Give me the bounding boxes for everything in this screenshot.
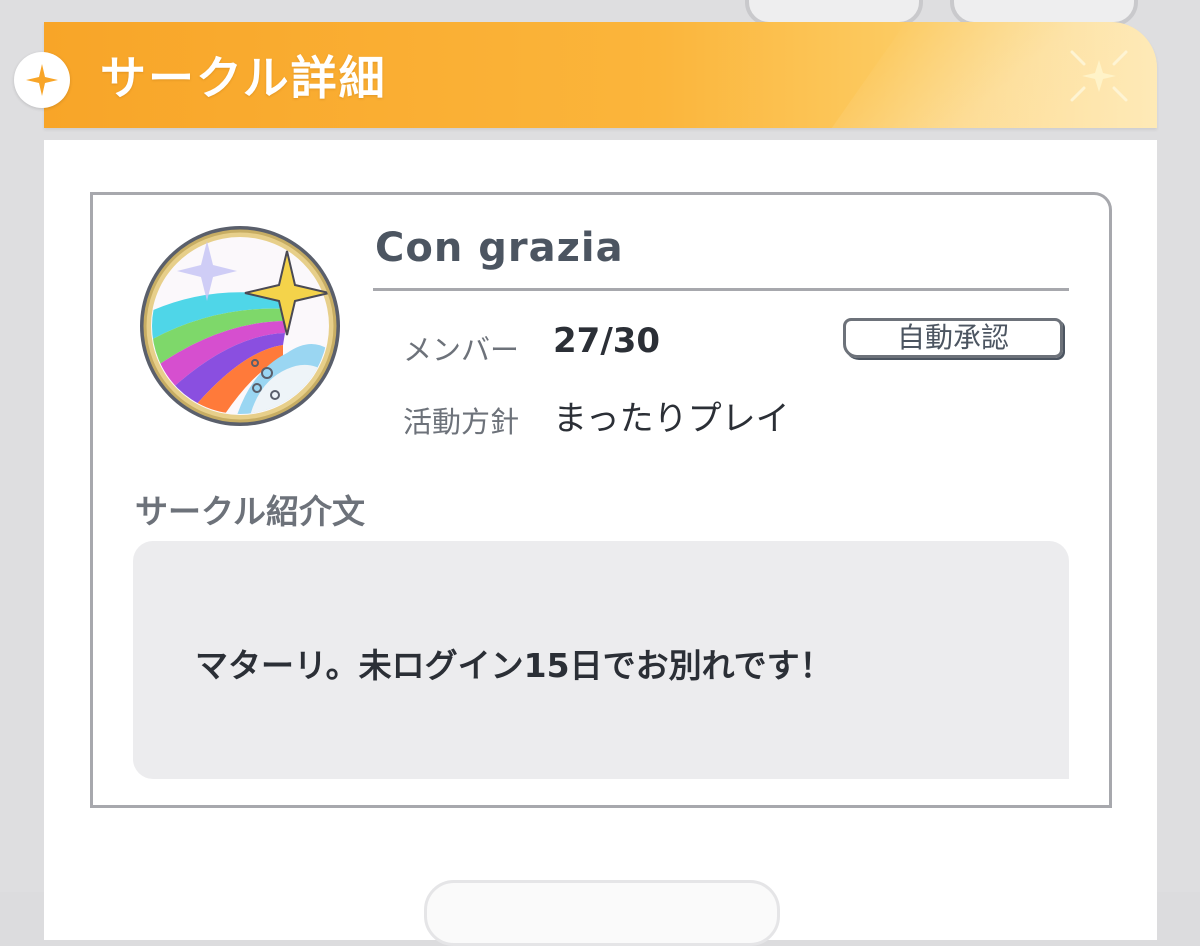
rainbow-star-wave-emblem-icon: [140, 226, 340, 426]
sparkle-icon: [1070, 50, 1128, 102]
member-label: メンバー: [403, 333, 520, 367]
policy-value: まったりプレイ: [553, 399, 790, 439]
name-divider: [373, 288, 1069, 291]
circle-info-card: Con grazia メンバー 27/30 自動承認 活動方針 まったりプレイ …: [90, 192, 1112, 808]
circle-name: Con grazia: [375, 225, 624, 271]
member-count: 27/30: [553, 321, 661, 361]
sparkle-badge-icon: [14, 52, 70, 108]
intro-text-box: マターリ。未ログイン15日でお別れです！: [133, 541, 1069, 779]
intro-text: マターリ。未ログイン15日でお別れです！: [195, 646, 833, 685]
bottom-button-partial[interactable]: [424, 880, 780, 946]
dialog-title: サークル詳細: [100, 51, 387, 105]
circle-detail-dialog: サークル詳細 Con grazia メンバー 27/30 自動承認 活動方針 ま…: [14, 22, 1157, 946]
dialog-header: サークル詳細: [44, 22, 1157, 128]
intro-label: サークル紹介文: [135, 492, 366, 531]
policy-label: 活動方針: [403, 405, 520, 439]
dialog-body: Con grazia メンバー 27/30 自動承認 活動方針 まったりプレイ …: [44, 140, 1157, 946]
auto-approval-badge: 自動承認: [843, 318, 1063, 358]
